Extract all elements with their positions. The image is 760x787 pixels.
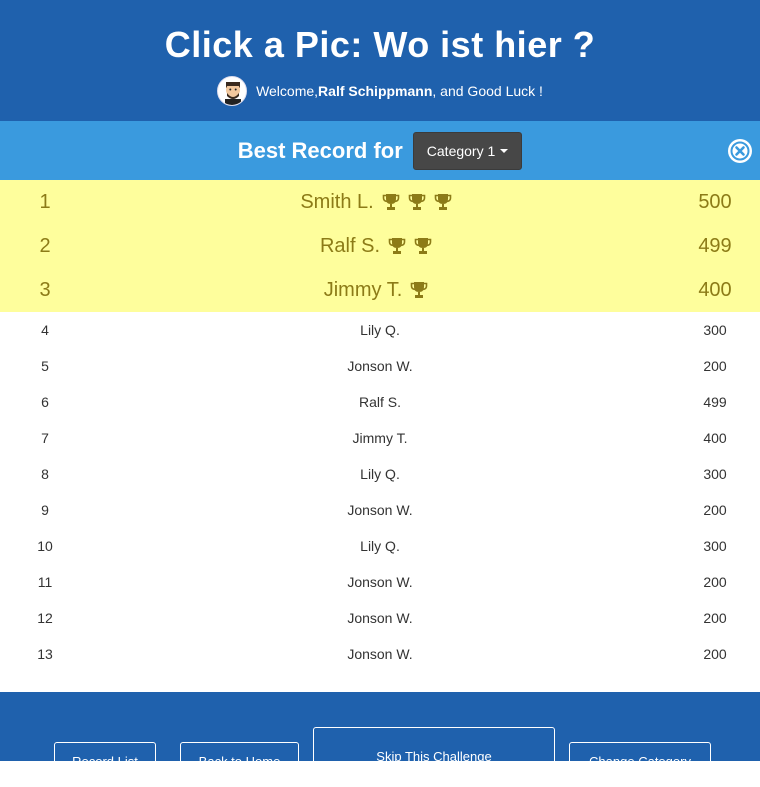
close-button[interactable] <box>728 139 752 163</box>
record-list: 4 Lily Q. 300 5 Jonson W. 200 6 Ralf S. 499 7 Jimm… <box>0 312 760 672</box>
record-score: 499 <box>698 234 732 257</box>
record-score: 499 <box>703 394 727 410</box>
trophies <box>410 281 436 299</box>
top-three-records: 1 Smith L. 500 2 Ralf S. 499 3 Jimmy T. 400 <box>0 180 760 312</box>
record-score: 500 <box>698 190 732 213</box>
record-name: Smith L. <box>300 190 374 213</box>
trophy-icon <box>408 193 426 211</box>
avatar <box>217 76 248 106</box>
record-rank: 10 <box>37 538 53 554</box>
page-header: Click a Pic: Wo ist hier ? Welcome, Ralf… <box>0 0 760 121</box>
trophy-icon <box>388 237 406 255</box>
record-rank: 3 <box>39 278 51 301</box>
category-dropdown-label: Category 1 <box>426 142 496 159</box>
record-name: Lily Q. <box>360 466 400 482</box>
record-rank: 13 <box>37 646 53 662</box>
category-dropdown[interactable]: Category 1 <box>412 131 523 170</box>
record-row: 13 Jonson W. 200 <box>0 636 760 672</box>
record-row: 10 Lily Q. 300 <box>0 528 760 564</box>
user-name: Ralf Schippmann <box>318 83 433 99</box>
record-rank: 5 <box>41 358 49 374</box>
top-record-row: 1 Smith L. 500 <box>0 180 760 224</box>
record-row: 6 Ralf S. 499 <box>0 384 760 420</box>
record-rank: 9 <box>41 502 49 518</box>
record-row: 12 Jonson W. 200 <box>0 600 760 636</box>
record-rank: 7 <box>41 430 49 446</box>
record-score: 200 <box>703 646 727 662</box>
record-name: Jonson W. <box>347 358 413 374</box>
welcome-line: Welcome, Ralf Schippmann, and Good Luck … <box>0 76 760 106</box>
record-score: 200 <box>703 574 727 590</box>
record-rank: 1 <box>39 190 51 213</box>
record-row: 9 Jonson W. 200 <box>0 492 760 528</box>
record-row: 4 Lily Q. 300 <box>0 312 760 348</box>
trophy-icon <box>382 193 400 211</box>
record-rank: 8 <box>41 466 49 482</box>
record-score: 400 <box>703 430 727 446</box>
record-name: Jimmy T. <box>323 278 403 301</box>
record-name: Ralf S. <box>319 234 381 257</box>
record-score: 400 <box>698 278 732 301</box>
record-name: Jimmy T. <box>352 430 408 446</box>
record-name: Jonson W. <box>347 502 413 518</box>
trophies <box>388 237 440 255</box>
record-name: Ralf S. <box>358 394 401 410</box>
category-bar: Best Record for Category 1 <box>0 121 760 180</box>
record-rank: 12 <box>37 610 53 626</box>
trophy-icon <box>434 193 452 211</box>
skip-challenge-button[interactable]: Skip This Challenge <box>313 727 555 787</box>
record-list-button[interactable]: Record List <box>54 742 156 782</box>
record-rank: 6 <box>41 394 49 410</box>
record-name: Jonson W. <box>347 574 413 590</box>
record-rank: 2 <box>39 234 51 257</box>
trophy-icon <box>410 281 428 299</box>
record-score: 200 <box>703 502 727 518</box>
welcome-prefix: Welcome, <box>256 83 319 99</box>
chevron-down-icon <box>500 149 509 153</box>
record-row: 7 Jimmy T. 400 <box>0 420 760 456</box>
record-score: 200 <box>703 610 727 626</box>
change-category-button[interactable]: Change Category <box>569 742 711 782</box>
record-name: Lily Q. <box>360 538 400 554</box>
record-name: Jonson W. <box>347 646 413 662</box>
record-score: 300 <box>703 322 727 338</box>
record-rank: 11 <box>37 574 53 590</box>
back-to-home-button[interactable]: Back to Home <box>180 742 299 782</box>
close-circle-icon <box>729 140 751 162</box>
top-record-row: 3 Jimmy T. 400 <box>0 268 760 312</box>
best-record-title: Best Record for <box>237 137 403 163</box>
record-row: 8 Lily Q. 300 <box>0 456 760 492</box>
record-score: 200 <box>703 358 727 374</box>
trophy-icon <box>414 237 432 255</box>
trophies <box>382 193 460 211</box>
record-rank: 4 <box>41 322 49 338</box>
welcome-suffix: , and Good Luck ! <box>432 83 543 99</box>
record-score: 300 <box>703 466 727 482</box>
record-row: 11 Jonson W. 200 <box>0 564 760 600</box>
record-score: 300 <box>703 538 727 554</box>
record-name: Lily Q. <box>360 322 400 338</box>
record-name: Jonson W. <box>347 610 413 626</box>
top-record-row: 2 Ralf S. 499 <box>0 224 760 268</box>
footer-bar: Record List Back to Home Skip This Chall… <box>0 692 760 787</box>
page-title: Click a Pic: Wo ist hier ? <box>164 24 596 65</box>
record-row: 5 Jonson W. 200 <box>0 348 760 384</box>
